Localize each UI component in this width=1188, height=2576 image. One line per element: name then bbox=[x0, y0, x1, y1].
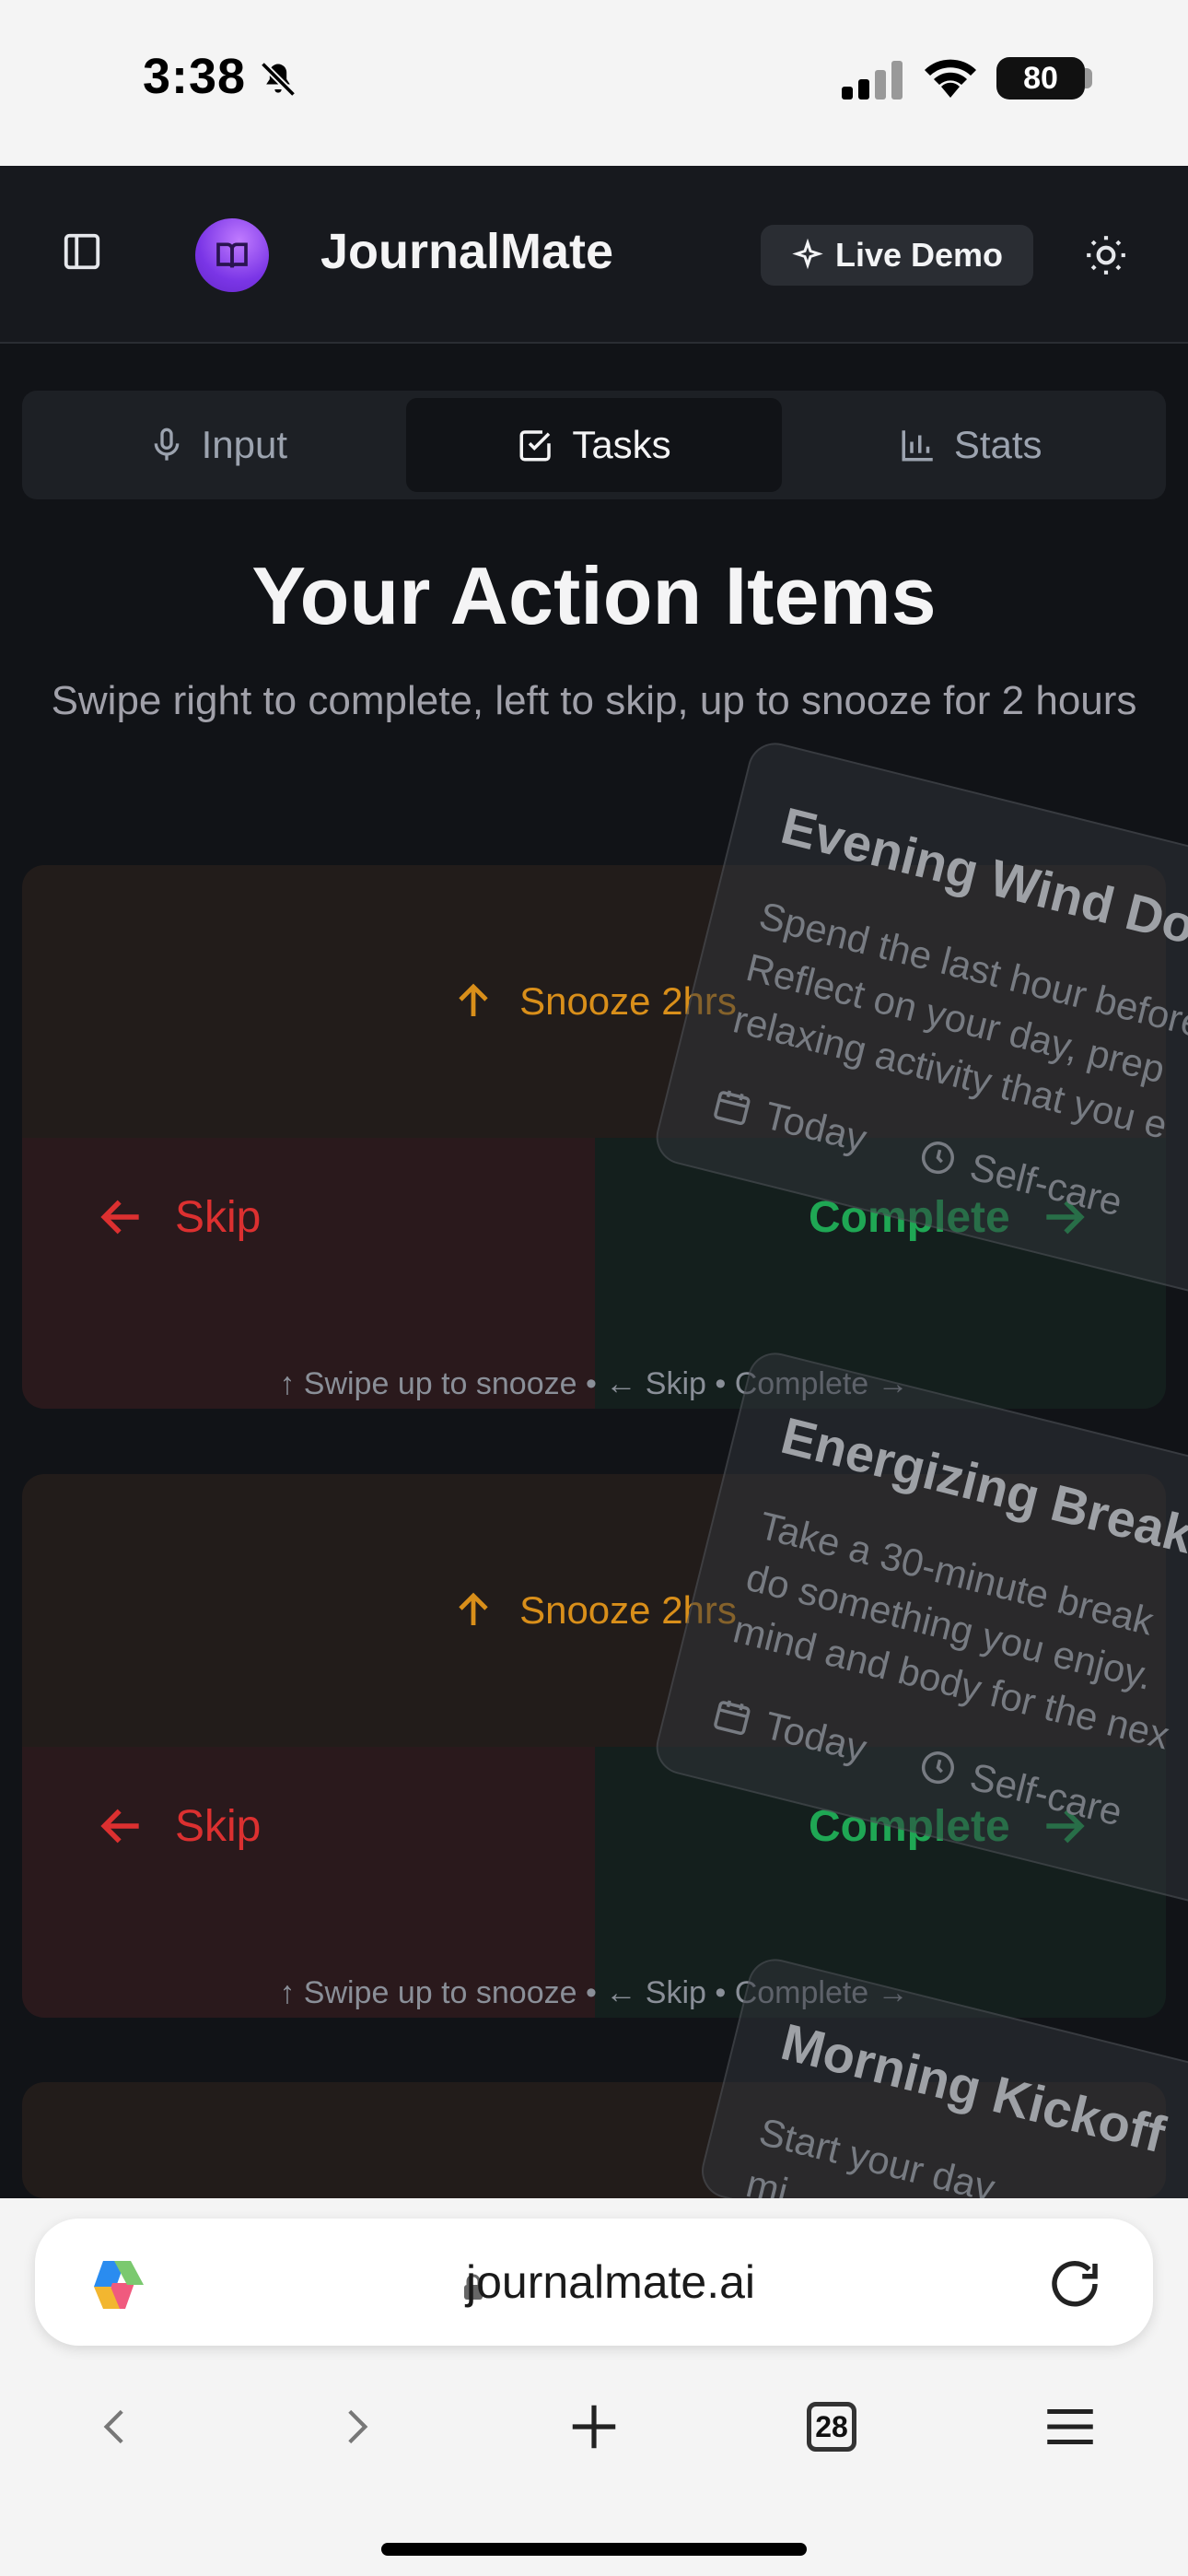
checkbox-icon bbox=[519, 430, 552, 462]
tab-stats[interactable]: Stats bbox=[782, 398, 1159, 492]
tabs-button[interactable]: 28 bbox=[795, 2390, 868, 2464]
clock-icon bbox=[922, 1751, 955, 1785]
battery-indicator: 80 bbox=[996, 57, 1085, 100]
bar-chart-icon bbox=[902, 430, 933, 462]
tab-stats-label: Stats bbox=[953, 423, 1042, 466]
swipe-hint: ↑ Swipe up to snooze • ← Skip • Complete… bbox=[279, 1366, 909, 1401]
clock-icon bbox=[922, 1142, 955, 1175]
task-category-label: Self-care bbox=[965, 1754, 1127, 1834]
arrow-up-icon bbox=[459, 983, 488, 1016]
status-time: 3:38 bbox=[143, 49, 247, 104]
tab-count: 28 bbox=[807, 2402, 856, 2452]
arrow-left-icon bbox=[100, 1200, 139, 1235]
book-icon bbox=[216, 242, 248, 268]
url-value: journalmate.ai bbox=[465, 2256, 756, 2308]
task-date: Today bbox=[708, 1691, 871, 1772]
browser-toolbar: journalmate.ai 28 bbox=[0, 2198, 1188, 2576]
app-title: JournalMate bbox=[320, 224, 614, 279]
chevron-right-icon bbox=[348, 2409, 368, 2444]
tab-input[interactable]: Input bbox=[29, 398, 406, 492]
chevron-left-icon bbox=[103, 2409, 123, 2444]
cellular-signal-icon bbox=[842, 61, 903, 100]
tab-bar: Input Tasks Stats bbox=[22, 391, 1166, 499]
reload-icon[interactable] bbox=[1044, 2254, 1105, 2314]
microphone-icon bbox=[154, 427, 179, 461]
back-button[interactable] bbox=[79, 2390, 153, 2464]
task-date-label: Today bbox=[760, 1093, 871, 1161]
sparkle-icon bbox=[792, 239, 823, 270]
task-date: Today bbox=[708, 1081, 871, 1162]
skip-action: Skip bbox=[96, 1191, 261, 1243]
hamburger-menu-icon bbox=[1047, 2409, 1093, 2444]
calendar-icon bbox=[714, 1090, 751, 1126]
page-title: Your Action Items bbox=[251, 550, 937, 641]
tab-input-label: Input bbox=[201, 423, 288, 466]
task-category: Self-care bbox=[914, 1131, 1126, 1224]
skip-action: Skip bbox=[96, 1800, 261, 1852]
new-tab-button[interactable] bbox=[557, 2390, 631, 2464]
task-category-label: Self-care bbox=[965, 1144, 1127, 1224]
status-bar: 3:38 80 bbox=[0, 0, 1188, 166]
swipe-hint: ↑ Swipe up to snooze • ← Skip • Complete… bbox=[279, 1975, 909, 2010]
sidebar-toggle-icon[interactable] bbox=[61, 230, 103, 273]
skip-label: Skip bbox=[175, 1801, 262, 1851]
page-subtitle: Swipe right to complete, left to skip, u… bbox=[51, 678, 1137, 723]
sun-icon[interactable] bbox=[1083, 232, 1129, 278]
plus-icon bbox=[572, 2405, 616, 2449]
calendar-icon bbox=[714, 1700, 751, 1736]
menu-button[interactable] bbox=[1033, 2390, 1107, 2464]
address-bar[interactable]: journalmate.ai bbox=[35, 2219, 1153, 2346]
app-header: JournalMate Live Demo bbox=[0, 166, 1188, 344]
tab-tasks[interactable]: Tasks bbox=[405, 398, 783, 492]
task-date-label: Today bbox=[760, 1703, 871, 1771]
tab-tasks-label: Tasks bbox=[572, 423, 671, 466]
bell-off-icon bbox=[260, 61, 297, 98]
url-text: journalmate.ai bbox=[35, 2255, 1153, 2309]
live-demo-button[interactable]: Live Demo bbox=[761, 225, 1033, 286]
live-demo-label: Live Demo bbox=[834, 236, 1004, 274]
skip-label: Skip bbox=[175, 1192, 262, 1242]
task-category: Self-care bbox=[914, 1741, 1126, 1834]
arrow-left-icon bbox=[100, 1809, 139, 1844]
app-logo bbox=[195, 218, 269, 292]
battery-cap bbox=[1085, 68, 1092, 88]
wifi-icon bbox=[925, 59, 976, 98]
forward-button[interactable] bbox=[319, 2390, 392, 2464]
home-indicator bbox=[381, 2543, 807, 2556]
arrow-up-icon bbox=[459, 1592, 488, 1625]
